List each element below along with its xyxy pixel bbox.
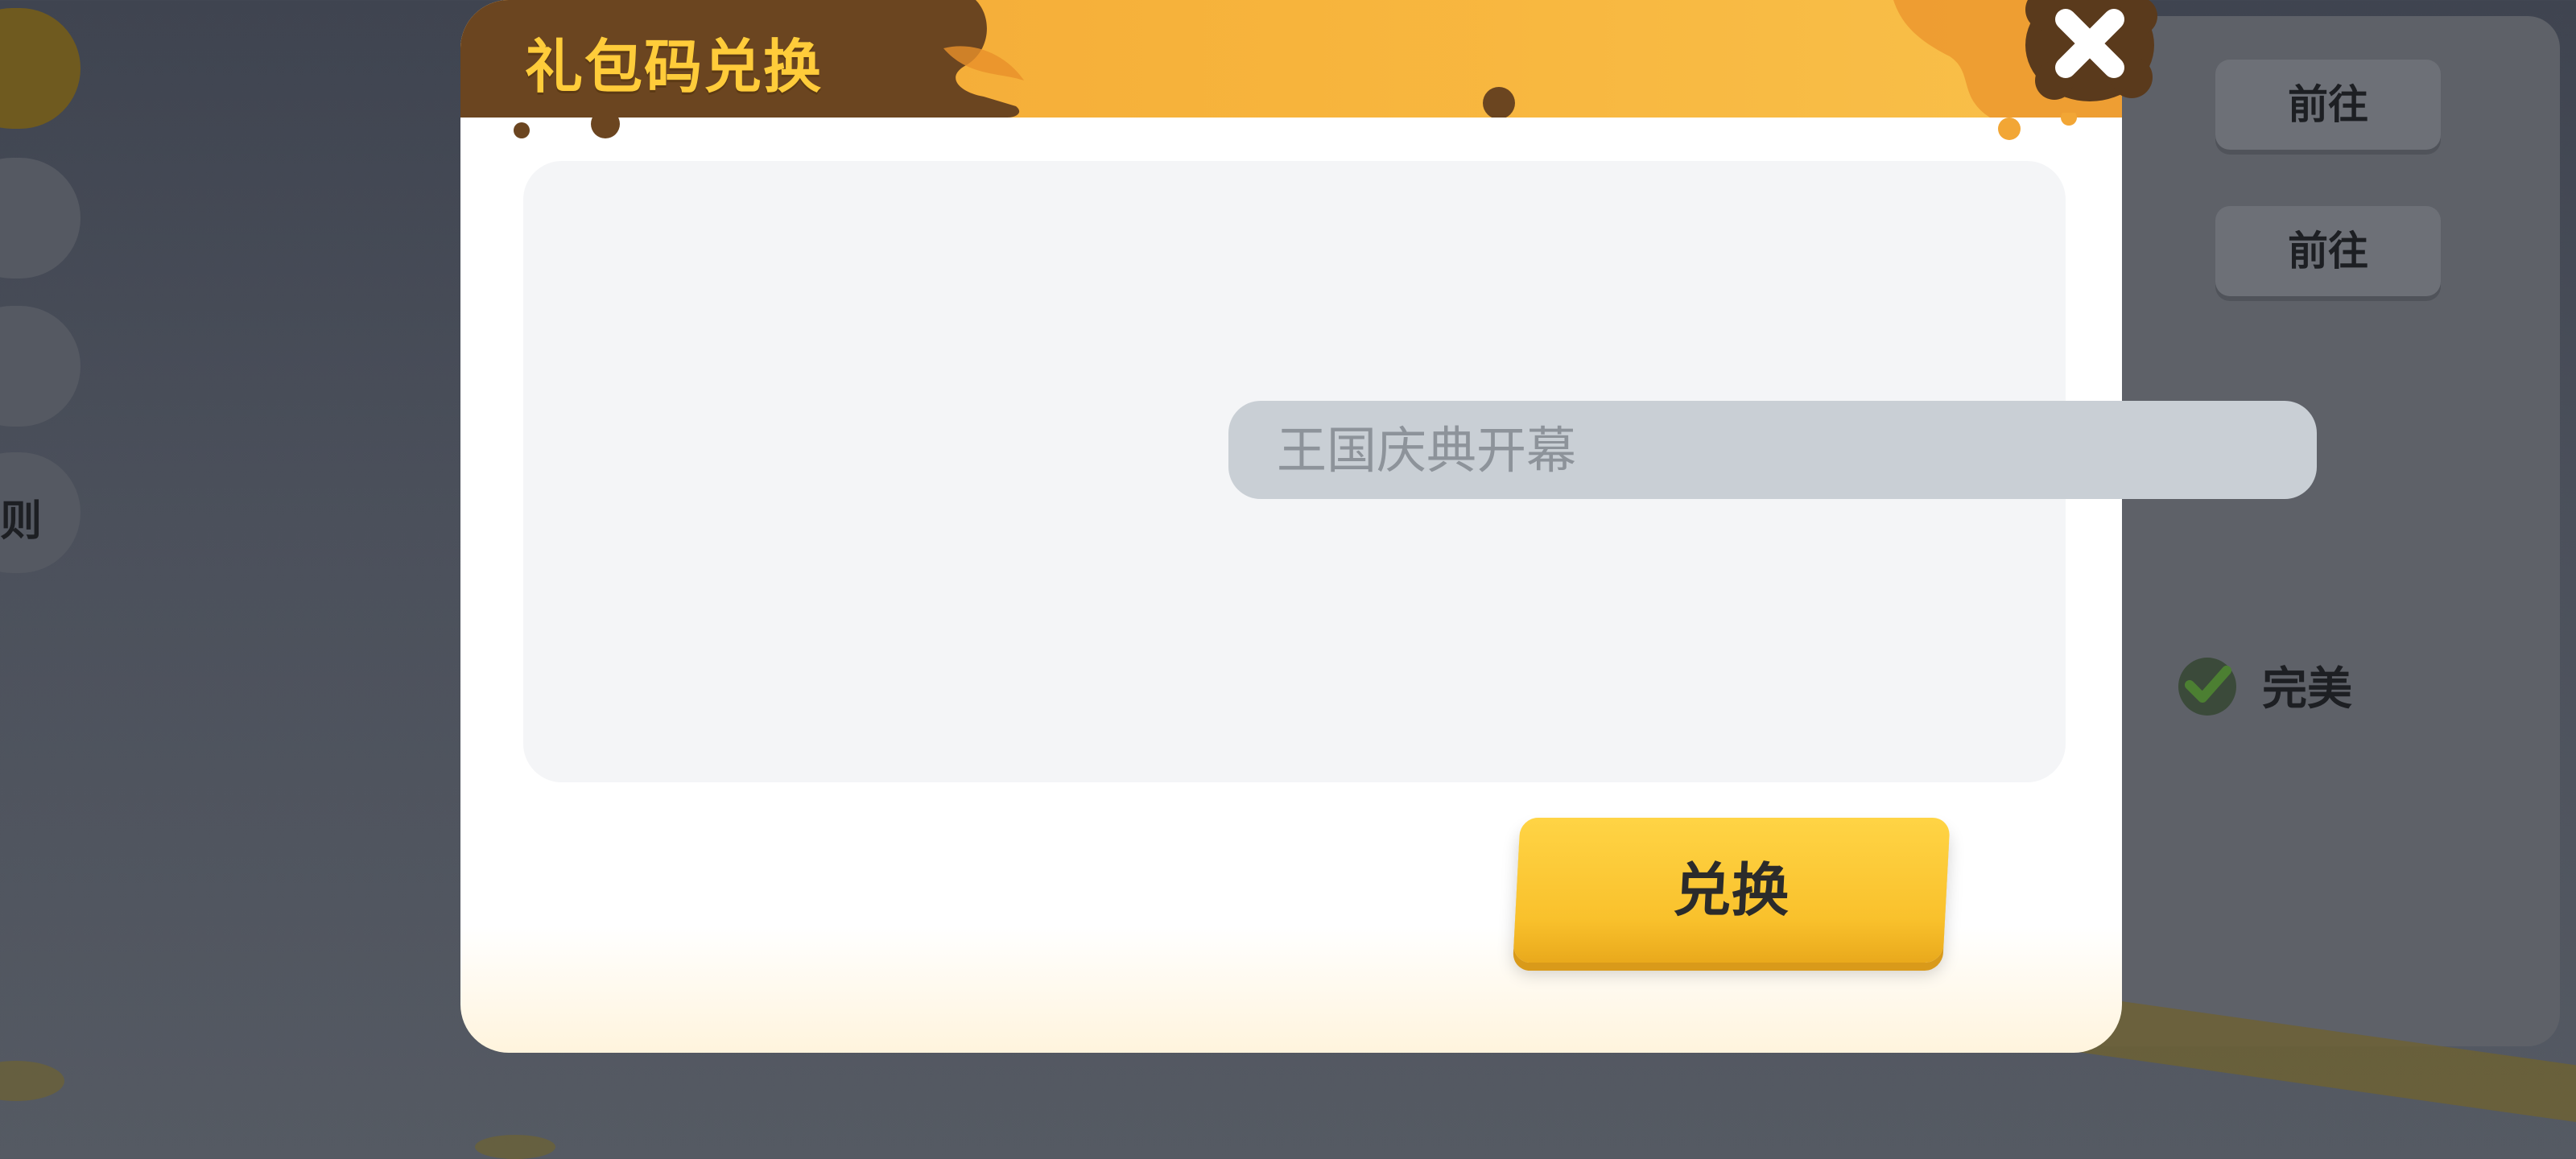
close-x-icon	[2025, 0, 2157, 101]
left-tab-label: 则	[0, 497, 43, 546]
left-tab-3[interactable]	[0, 306, 80, 427]
perfect-label: 完美	[2262, 662, 2352, 716]
gift-code-input[interactable]	[1228, 401, 2317, 499]
modal-header: 礼包码兑换	[460, 0, 2122, 118]
redeem-button[interactable]: 兑换	[1513, 818, 1951, 963]
gift-code-modal: 礼包码兑换 兑换	[460, 0, 2317, 1053]
task-panel	[2077, 16, 2560, 1046]
drip-dots	[514, 113, 2077, 140]
floor-spot	[475, 1135, 555, 1159]
left-tab-2[interactable]	[0, 158, 80, 278]
perfect-status: 完美	[2174, 649, 2352, 721]
go-button-1[interactable]: 前往	[2215, 60, 2441, 150]
go-button-2[interactable]: 前往	[2215, 206, 2441, 296]
close-button[interactable]	[2019, 0, 2161, 106]
check-badge-icon	[2178, 658, 2236, 716]
left-tab-active[interactable]	[0, 8, 80, 129]
floor-spot	[0, 1061, 64, 1101]
modal-title: 礼包码兑换	[525, 33, 824, 101]
